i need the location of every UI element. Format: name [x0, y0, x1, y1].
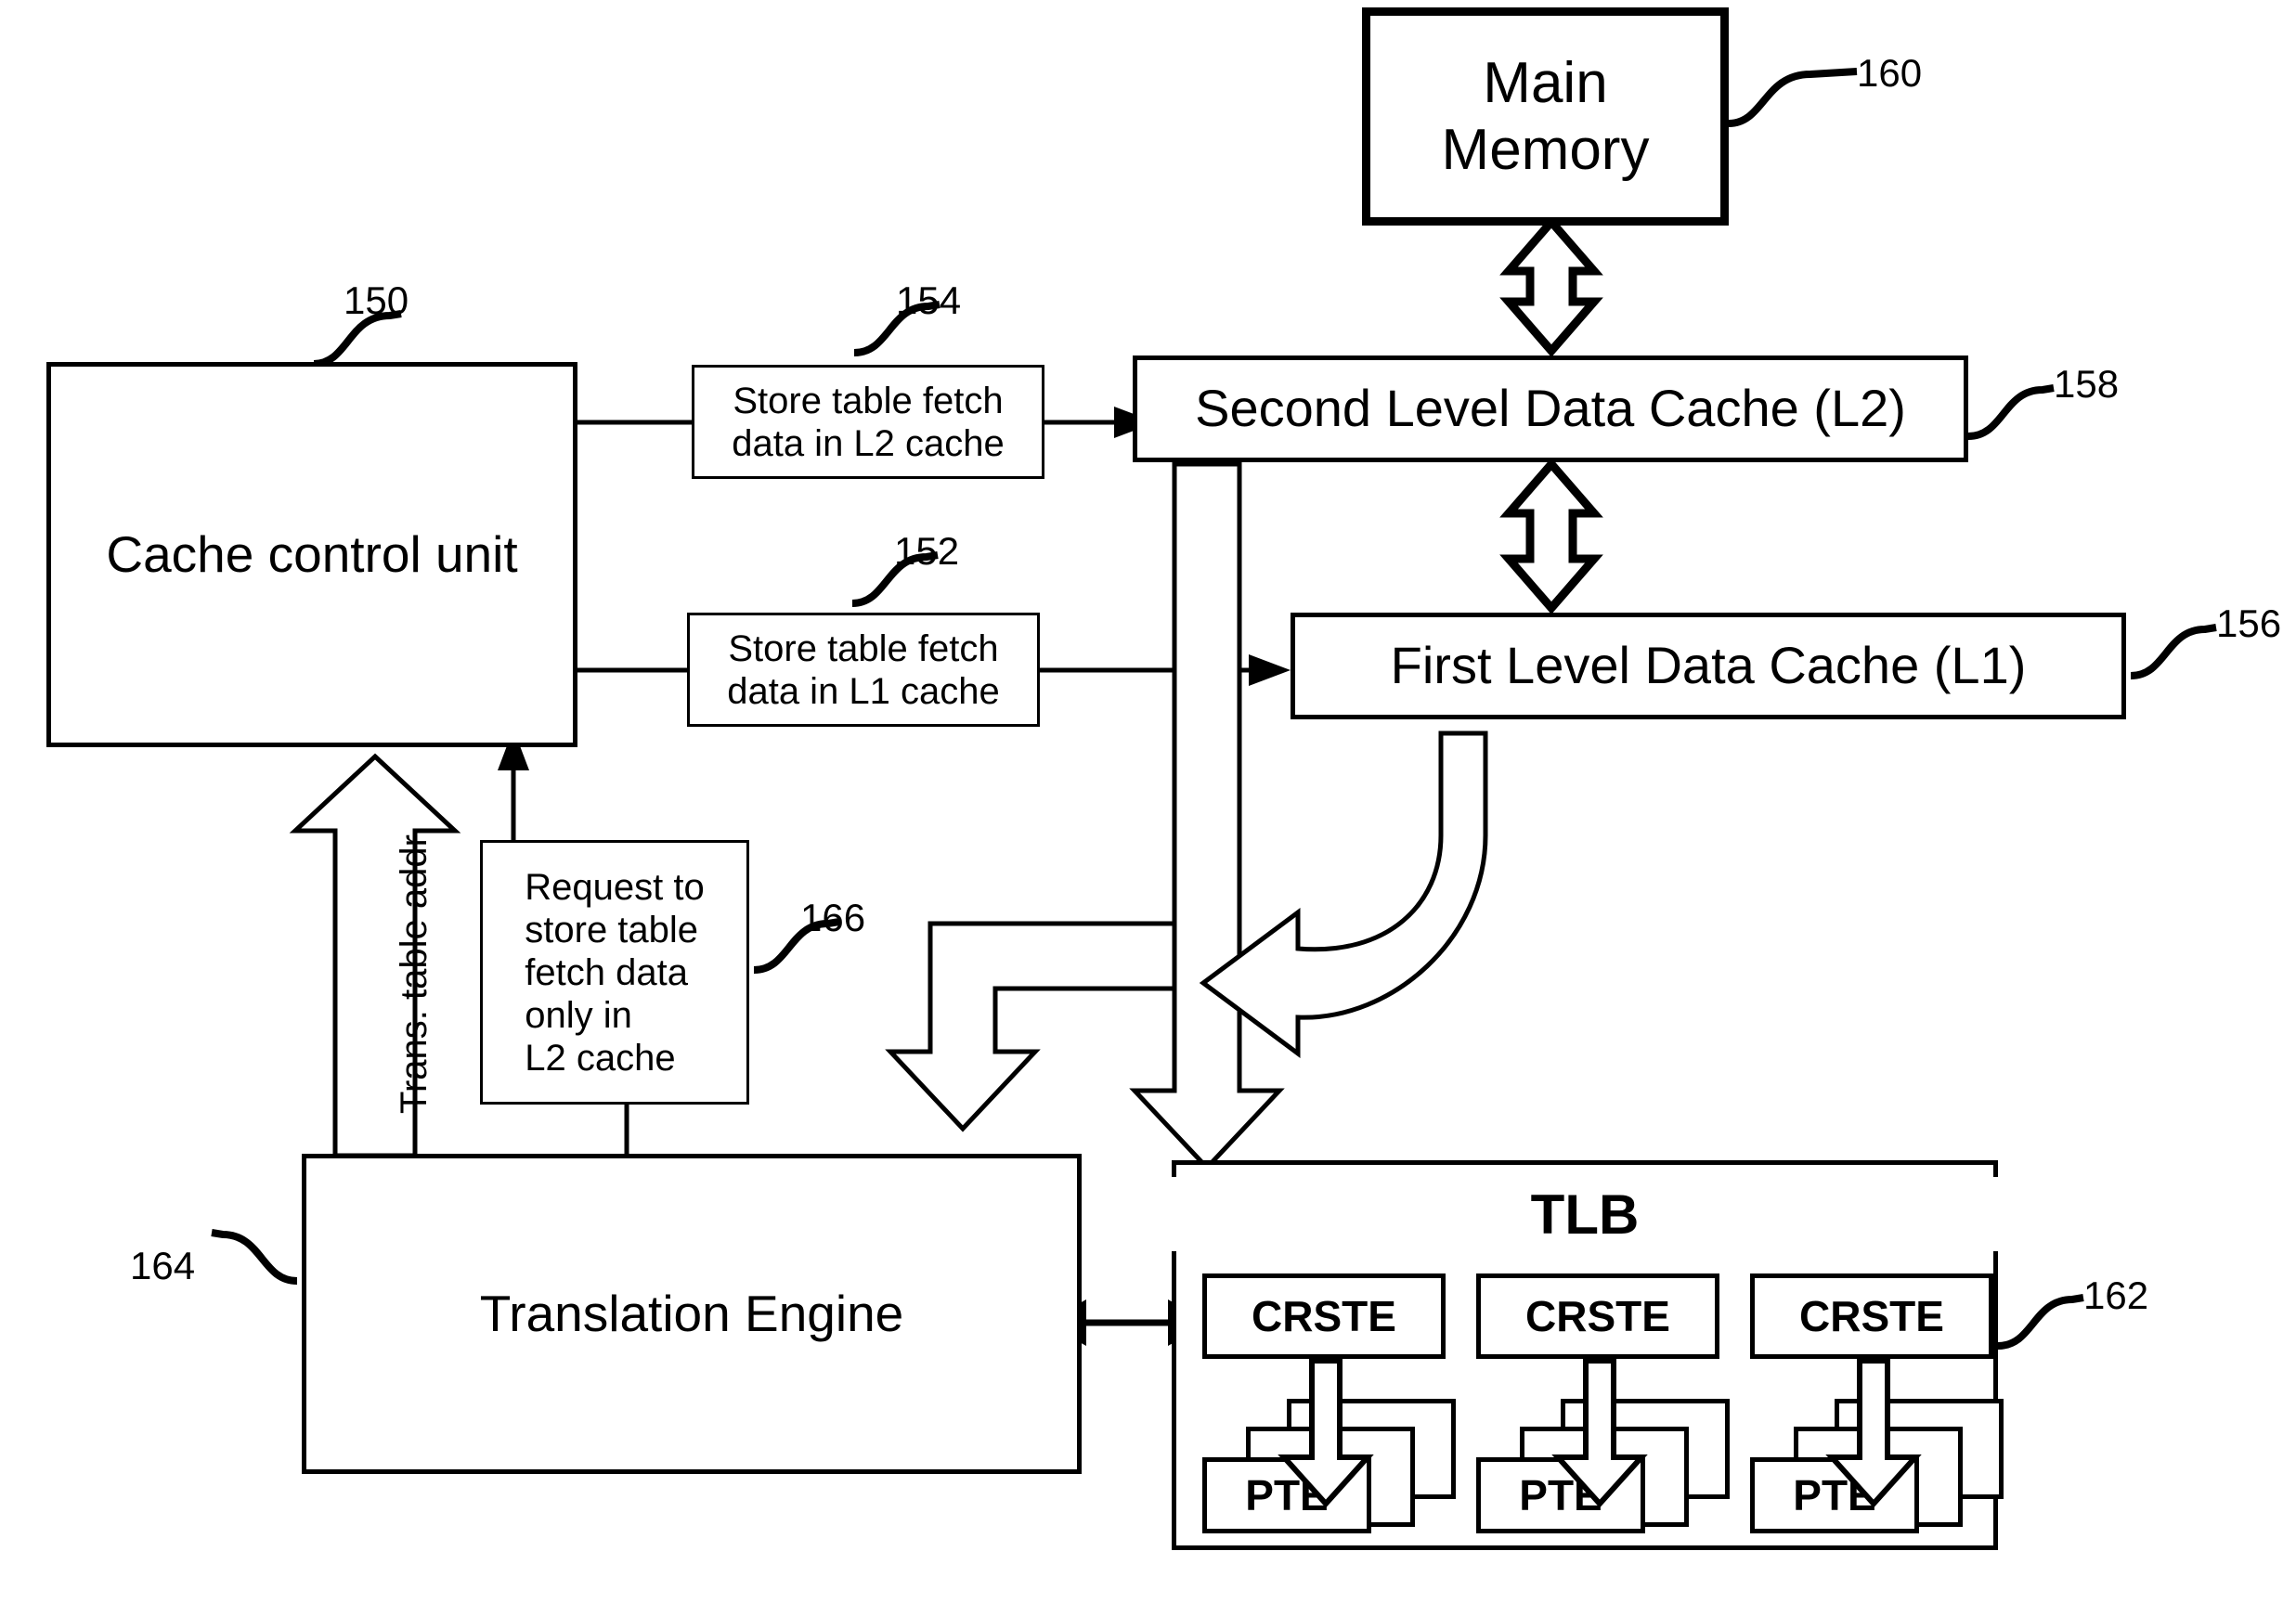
l2-cache-label: Second Level Data Cache (L2) [1195, 379, 1906, 438]
cache-control-unit-label: Cache control unit [106, 524, 518, 583]
pte-label-1: PTE [1519, 1470, 1602, 1519]
tlb-crste-2[interactable]: CRSTE [1750, 1273, 1993, 1359]
store-l1-label: Store table fetch data in L1 cache [727, 627, 1000, 712]
block-request-store-l2-only[interactable]: Request to store table fetch data only i… [480, 840, 749, 1105]
pte-label-2: PTE [1793, 1470, 1876, 1519]
translation-engine-label: Translation Engine [479, 1284, 904, 1342]
block-cache-control-unit[interactable]: Cache control unit [46, 362, 577, 747]
ref-150: 150 [344, 278, 409, 322]
ref-154: 154 [896, 278, 962, 322]
tlb-pte-1[interactable]: PTE [1476, 1457, 1645, 1533]
crste-label-2: CRSTE [1799, 1291, 1944, 1340]
block-l2-cache[interactable]: Second Level Data Cache (L2) [1133, 356, 1968, 462]
ref-160: 160 [1857, 51, 1923, 95]
ref-158: 158 [2054, 362, 2120, 406]
leader-162 [1997, 1294, 2084, 1350]
block-store-table-fetch-l1[interactable]: Store table fetch data in L1 cache [687, 613, 1040, 727]
store-l2-label: Store table fetch data in L2 cache [732, 380, 1005, 464]
arrow-mainmemory-l2 [1499, 215, 1603, 357]
ref-162: 162 [2083, 1273, 2149, 1317]
leader-160 [1728, 68, 1858, 127]
block-store-table-fetch-l2[interactable]: Store table fetch data in L2 cache [692, 365, 1044, 479]
ref-164: 164 [130, 1244, 196, 1287]
arrowhead-store-l1-to-l1 [1249, 654, 1291, 686]
pte-label-0: PTE [1245, 1470, 1329, 1519]
tlb-pte-2[interactable]: PTE [1750, 1457, 1919, 1533]
leader-156 [2130, 624, 2217, 679]
tlb-crste-1[interactable]: CRSTE [1476, 1273, 1719, 1359]
tlb-label: TLB [1530, 1183, 1640, 1246]
arrow-l2-bus-to-tlb [1129, 461, 1285, 1171]
main-memory-label: Main Memory [1441, 51, 1650, 182]
arrow-l1-to-l2-bus [1199, 730, 1488, 1058]
tlb-pte-0[interactable]: PTE [1202, 1457, 1371, 1533]
arrow-l2-l1 [1499, 458, 1603, 614]
request-l2-only-label: Request to store table fetch data only i… [525, 866, 705, 1079]
figure-canvas: Main Memory 160 Cache control unit 150 S… [0, 0, 2296, 1603]
leader-164 [211, 1229, 298, 1285]
leader-158 [1967, 384, 2055, 440]
ref-152: 152 [894, 529, 960, 573]
crste-label-0: CRSTE [1252, 1291, 1396, 1340]
arrow-bus-to-translation-engine [885, 921, 1177, 1132]
ref-156: 156 [2216, 601, 2282, 645]
crste-label-1: CRSTE [1525, 1291, 1670, 1340]
label-trans-table-addr: Trans. table addr [394, 834, 435, 1114]
block-main-memory[interactable]: Main Memory [1362, 7, 1729, 226]
ref-166: 166 [800, 896, 866, 939]
block-l1-cache[interactable]: First Level Data Cache (L1) [1291, 613, 2126, 719]
block-translation-engine[interactable]: Translation Engine [302, 1154, 1082, 1474]
tlb-crste-0[interactable]: CRSTE [1202, 1273, 1446, 1359]
tlb-title: TLB [1172, 1177, 1998, 1251]
l1-cache-label: First Level Data Cache (L1) [1390, 636, 2027, 695]
